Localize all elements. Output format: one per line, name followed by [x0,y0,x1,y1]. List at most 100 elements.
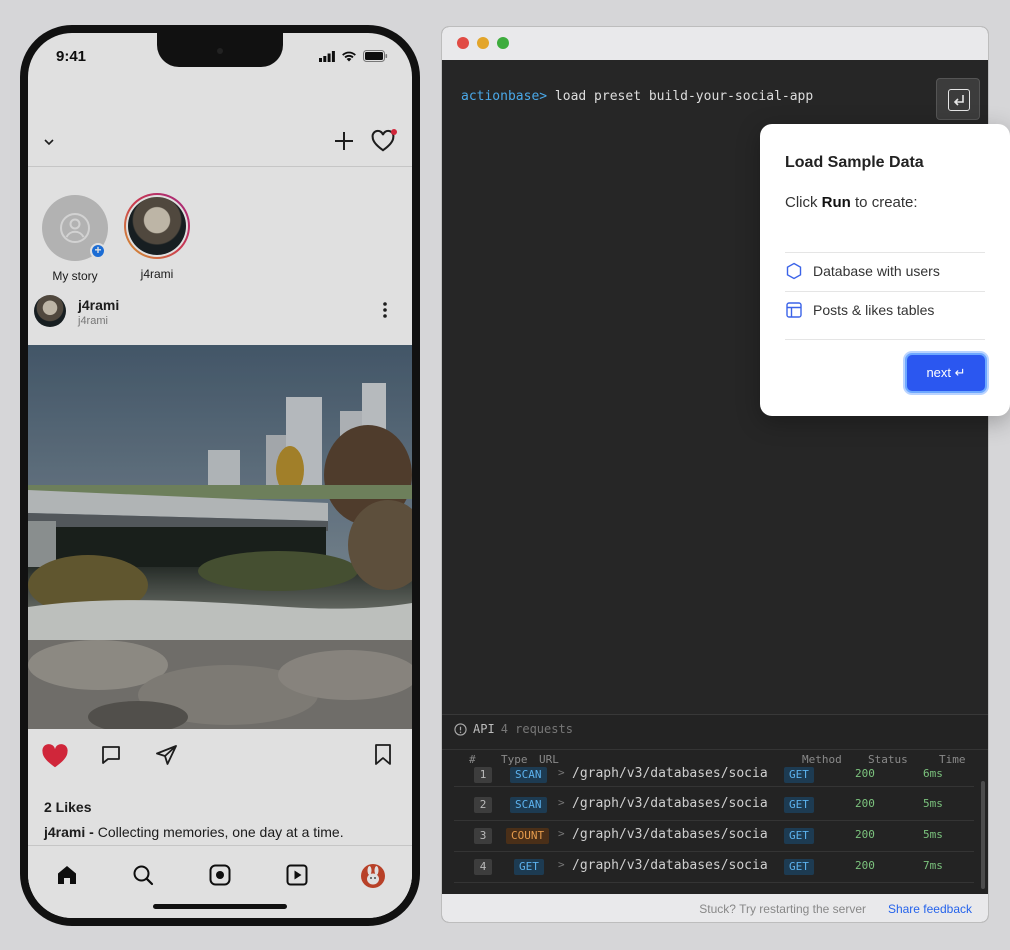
app-header [28,119,412,167]
divider [785,339,985,340]
expand-chevron-icon[interactable]: > [558,858,565,871]
info-circle-icon [454,722,467,736]
api-scrollbar[interactable] [981,781,985,889]
row-status: 200 [855,767,875,780]
row-num: 1 [474,767,492,783]
phone-notch [157,33,283,67]
row-url: /graph/v3/databases/social_app [572,766,767,781]
otter-avatar [128,197,186,255]
table-icon [786,302,802,318]
type-badge: COUNT [506,828,550,844]
river-photo [28,345,412,729]
window-footer: Stuck? Try restarting the server Share f… [442,894,988,922]
row-num: 2 [474,797,492,813]
next-button[interactable]: next ↵ [905,353,987,393]
maximize-button[interactable] [497,37,509,49]
table-row[interactable]: 1 SCAN > /graph/v3/databases/social_app … [454,766,974,787]
method-badge: GET [784,767,814,783]
api-panel-header[interactable]: API 4 requests [454,722,573,736]
col-time: Time [939,753,966,766]
expand-chevron-icon[interactable]: > [558,796,565,809]
wifi-icon [342,51,356,61]
home-icon[interactable] [55,863,79,887]
story-label: My story [52,269,98,283]
close-button[interactable] [457,37,469,49]
share-send-icon[interactable] [155,743,179,767]
status-time: 9:41 [56,48,87,65]
create-post-icon[interactable] [332,129,356,153]
row-time: 5ms [923,828,943,841]
row-num: 3 [474,828,492,844]
popover-description: Click Run to create: [785,194,918,211]
row-url: /graph/v3/databases/social_app [572,827,767,842]
story-my-story[interactable]: + My story [35,195,115,283]
col-method: Method [802,753,842,766]
caption-text: Collecting memories, one day at a time. [97,824,344,840]
footer-hint: Stuck? Try restarting the server [699,902,866,916]
share-feedback-link[interactable]: Share feedback [888,902,972,916]
row-time: 6ms [923,767,943,780]
hexagon-icon [786,262,802,280]
run-button[interactable] [936,78,980,120]
onboarding-popover: Load Sample Data Click Run to create: Da… [760,124,1010,416]
command-line: actionbase> load preset build-your-socia… [461,89,813,104]
row-url: /graph/v3/databases/social_app [572,796,767,811]
chevron-down-icon[interactable] [42,135,56,149]
window-titlebar [442,27,988,60]
run-keyword: Run [821,194,851,211]
story-label: j4rami [140,267,174,281]
stories-bar: + My story j4rami [28,167,412,287]
post-avatar[interactable] [34,295,66,327]
api-panel: API 4 requests # Type URL Method Status … [442,714,988,894]
type-badge: SCAN [510,767,547,783]
post-image[interactable] [28,345,412,729]
command-text: load preset build-your-social-app [554,89,814,104]
notification-dot [391,129,397,135]
method-badge: GET [784,859,814,875]
video-play-icon[interactable] [285,863,309,887]
col-url: URL [539,753,559,766]
search-icon[interactable] [131,863,155,887]
story-ring [124,193,190,259]
method-badge: GET [784,828,814,844]
col-type: Type [501,753,528,766]
table-row[interactable]: 4 GET > /graph/v3/databases/social_app G… [454,853,974,883]
row-num: 4 [474,859,492,875]
list-item-tables: Posts & likes tables [785,291,985,329]
caption-username[interactable]: j4rami - [44,824,94,840]
expand-chevron-icon[interactable]: > [558,766,565,779]
row-time: 7ms [923,859,943,872]
post-actions [28,729,412,787]
battery-icon [363,50,388,62]
row-status: 200 [855,797,875,810]
home-indicator[interactable] [153,904,287,909]
more-options-icon[interactable] [379,299,391,321]
likes-count[interactable]: 2 Likes [44,799,91,815]
reels-record-icon[interactable] [208,863,232,887]
post-handle: j4rami [78,315,108,327]
add-story-icon[interactable]: + [90,243,106,259]
minimize-button[interactable] [477,37,489,49]
like-heart-icon[interactable] [40,741,70,771]
api-table-header: # Type URL Method Status Time [442,749,988,767]
phone-screen: 9:41 + My story j4rami j4rami j4rami 2 L… [28,33,412,918]
col-status: Status [868,753,908,766]
comment-icon[interactable] [99,743,123,767]
row-status: 200 [855,828,875,841]
api-title: API [473,722,495,736]
prompt-prefix: actionbase> [461,89,548,104]
bookmark-icon[interactable] [373,743,393,767]
row-time: 5ms [923,797,943,810]
story-j4rami[interactable]: j4rami [117,193,197,281]
profile-avatar-icon[interactable] [360,863,386,889]
method-badge: GET [784,797,814,813]
post-caption: j4rami - Collecting memories, one day at… [44,824,344,840]
post-header: j4rami j4rami [28,289,412,345]
phone-frame: 9:41 + My story j4rami j4rami j4rami 2 L… [20,25,420,926]
row-status: 200 [855,859,875,872]
table-row[interactable]: 3 COUNT > /graph/v3/databases/social_app… [454,822,974,852]
expand-chevron-icon[interactable]: > [558,827,565,840]
row-url: /graph/v3/databases/social_app [572,858,767,873]
table-row[interactable]: 2 SCAN > /graph/v3/databases/social_app … [454,791,974,821]
post-username[interactable]: j4rami [78,297,119,313]
